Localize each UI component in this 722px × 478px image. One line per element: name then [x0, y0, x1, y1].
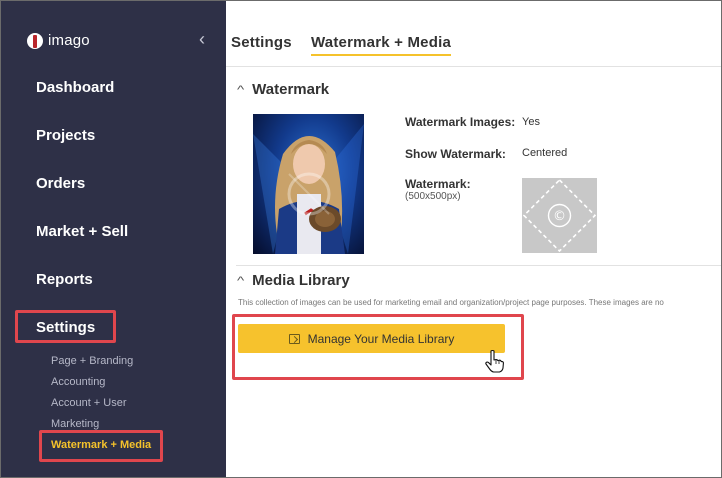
media-library-section-header[interactable]: ^ Media Library	[236, 272, 350, 289]
show-watermark-label: Show Watermark:	[405, 147, 506, 161]
sidebar-item-orders[interactable]: Orders	[36, 175, 85, 192]
chevron-up-icon: ^	[236, 274, 245, 287]
tab-settings[interactable]: Settings	[231, 34, 292, 51]
sidebar-item-market-sell[interactable]: Market + Sell	[36, 223, 128, 240]
media-library-icon	[288, 333, 300, 344]
media-library-section-title: Media Library	[252, 272, 350, 289]
section-divider	[236, 265, 721, 266]
sidebar-item-reports[interactable]: Reports	[36, 271, 93, 288]
sidebar-item-projects[interactable]: Projects	[36, 127, 95, 144]
watermark-section-header[interactable]: ^ Watermark	[236, 81, 330, 98]
sidebar-item-dashboard[interactable]: Dashboard	[36, 79, 114, 96]
copyright-icon: ©	[553, 209, 566, 224]
hand-pointer-cursor-icon	[485, 349, 504, 373]
main-content: Settings Watermark + Media ^ Watermark W…	[226, 1, 721, 477]
show-watermark-value: Centered	[522, 147, 568, 159]
imago-logo-icon	[27, 32, 43, 49]
watermark-label: Watermark:	[405, 177, 471, 191]
media-library-description: This collection of images can be used fo…	[238, 298, 664, 307]
sidebar-subitem-page-branding[interactable]: Page + Branding	[51, 355, 133, 367]
app-window: imago ‹ Dashboard Projects Orders Market…	[0, 0, 722, 478]
watermark-images-label: Watermark Images:	[405, 115, 516, 129]
logo-text: imago	[48, 32, 90, 49]
app-logo[interactable]: imago	[27, 32, 90, 49]
chevron-up-icon: ^	[236, 83, 245, 96]
sidebar-subitem-account-user[interactable]: Account + User	[51, 397, 127, 409]
manage-media-library-label: Manage Your Media Library	[307, 331, 455, 346]
sidebar-subitem-accounting[interactable]: Accounting	[51, 376, 105, 388]
watermark-preview-image: ©	[522, 178, 597, 253]
watermark-section-title: Watermark	[252, 81, 330, 98]
sidebar-item-settings[interactable]: Settings	[36, 319, 95, 336]
sidebar: imago ‹ Dashboard Projects Orders Market…	[1, 1, 226, 477]
sidebar-subitem-marketing[interactable]: Marketing	[51, 418, 99, 430]
portrait-photo-illustration	[253, 124, 364, 254]
watermark-diamond-graphic: ©	[522, 178, 597, 253]
watermark-images-value: Yes	[522, 116, 540, 128]
sidebar-subitem-watermark-media[interactable]: Watermark + Media	[51, 439, 151, 451]
watermark-size-hint: (500x500px)	[405, 191, 461, 202]
tab-watermark-media[interactable]: Watermark + Media	[311, 34, 451, 56]
collapse-sidebar-icon[interactable]: ‹	[199, 29, 205, 49]
manage-media-library-button[interactable]: Manage Your Media Library	[238, 324, 505, 353]
sample-watermarked-photo	[253, 114, 364, 254]
tab-bar: Settings Watermark + Media	[226, 1, 721, 67]
